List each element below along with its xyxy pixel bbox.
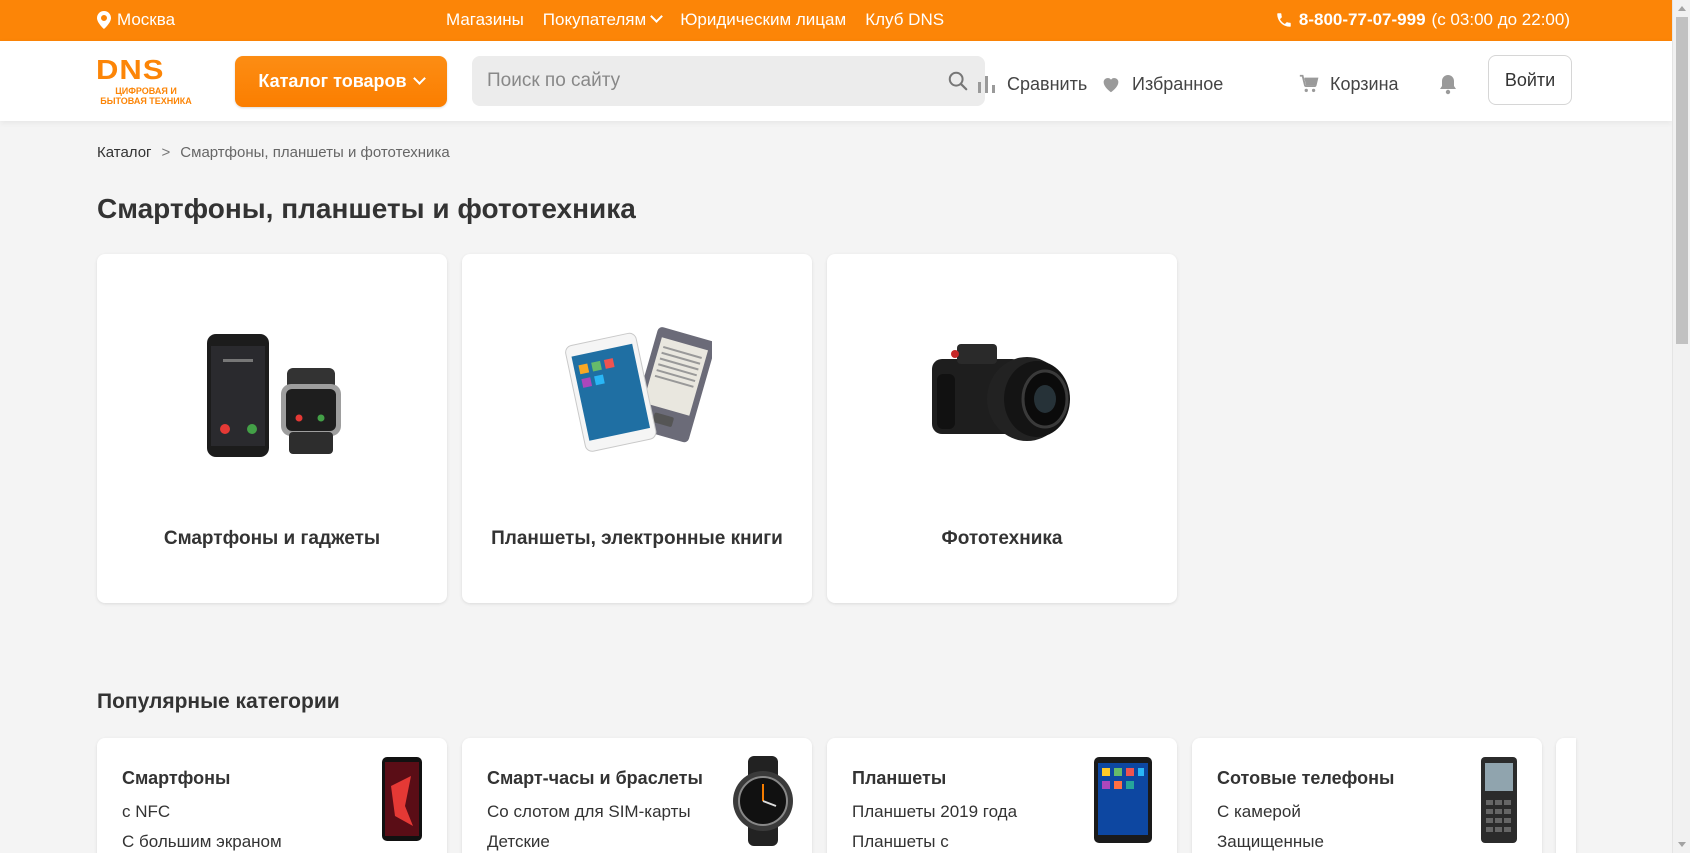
popular-card-title[interactable]: Смартфоны	[122, 768, 230, 789]
popular-link[interactable]: Со слотом для SIM-карты	[487, 802, 691, 822]
cart-link[interactable]: Корзина	[1298, 73, 1399, 95]
page-scrollbar[interactable]	[1672, 0, 1690, 853]
phone-info: 8-800-77-07-999 (с 03:00 до 22:00)	[1275, 10, 1570, 30]
catalog-button-label: Каталог товаров	[258, 71, 407, 91]
cart-label: Корзина	[1330, 73, 1399, 94]
popular-card-smartwatches[interactable]: Смарт-часы и браслеты Со слотом для SIM-…	[462, 738, 812, 853]
category-card-tablets[interactable]: Планшеты, электронные книги	[462, 254, 812, 603]
top-nav: Магазины Покупателям Юридическим лицам К…	[446, 10, 944, 30]
favorites-label: Избранное	[1132, 73, 1224, 94]
top-bar: Москва Магазины Покупателям Юридическим …	[0, 0, 1672, 41]
dns-logo[interactable]: DNS ЦИФРОВАЯ И БЫТОВАЯ ТЕХНИКА	[96, 56, 196, 108]
breadcrumb-catalog[interactable]: Каталог	[97, 144, 152, 161]
category-card-cameras[interactable]: Фототехника	[827, 254, 1177, 603]
popular-link[interactable]: Защищенные	[1217, 832, 1324, 852]
phone-hours: (с 03:00 до 22:00)	[1431, 10, 1570, 29]
phone-icon	[1277, 13, 1291, 27]
logo-text: DNS	[96, 53, 165, 86]
heart-icon	[1103, 78, 1119, 93]
category-label: Смартфоны и гаджеты	[163, 528, 381, 549]
feature-phone-icon	[1481, 757, 1517, 843]
popular-link[interactable]: Детские	[487, 832, 550, 852]
bell-icon[interactable]	[1438, 73, 1458, 95]
popular-link[interactable]: С большим экраном	[122, 832, 282, 852]
smartphone-icon	[382, 757, 422, 841]
scrollbar-thumb[interactable]	[1676, 17, 1688, 344]
tablet-ebook-image	[565, 327, 712, 452]
search-icon[interactable]	[947, 70, 969, 92]
location-pin-icon	[97, 11, 111, 29]
phone-number[interactable]: 8-800-77-07-999	[1299, 10, 1426, 30]
smartwatch-icon	[733, 756, 793, 846]
catalog-button[interactable]: Каталог товаров	[235, 56, 447, 107]
popular-card-title[interactable]: Смарт-часы и браслеты	[487, 768, 703, 789]
city-label: Москва	[117, 10, 176, 29]
breadcrumb-separator: >	[161, 144, 171, 161]
cart-icon	[1299, 74, 1319, 93]
compare-label: Сравнить	[1007, 73, 1088, 94]
compare-link[interactable]: Сравнить	[975, 73, 1087, 95]
breadcrumb-current: Смартфоны, планшеты и фототехника	[180, 144, 450, 161]
popular-categories-title: Популярные категории	[97, 690, 340, 713]
popular-link[interactable]: с NFC	[122, 802, 170, 822]
popular-link[interactable]: С камерой	[1217, 802, 1301, 822]
logo-sub-line-1: ЦИФРОВАЯ И	[115, 86, 177, 96]
logo-subtitle: ЦИФРОВАЯ И БЫТОВАЯ ТЕХНИКА	[96, 86, 196, 106]
page-title: Смартфоны, планшеты и фототехника	[97, 193, 636, 224]
category-label: Планшеты, электронные книги	[491, 528, 783, 549]
logo-sub-line-2: БЫТОВАЯ ТЕХНИКА	[100, 96, 192, 106]
scroll-down-icon[interactable]	[1678, 842, 1686, 847]
popular-card-tablets[interactable]: Планшеты Планшеты 2019 года Планшеты с	[827, 738, 1177, 853]
header: DNS ЦИФРОВАЯ И БЫТОВАЯ ТЕХНИКА Каталог т…	[0, 41, 1672, 121]
login-button[interactable]: Войти	[1488, 55, 1572, 105]
category-label: Фототехника	[941, 528, 1063, 549]
top-link-club[interactable]: Клуб DNS	[865, 10, 944, 30]
favorites-link[interactable]: Избранное	[1100, 73, 1223, 95]
top-link-stores[interactable]: Магазины	[446, 10, 524, 30]
popular-card-phones[interactable]: Сотовые телефоны С камерой Защищенные	[1192, 738, 1542, 853]
top-link-customers[interactable]: Покупателям	[543, 10, 661, 30]
popular-link[interactable]: Планшеты с	[852, 832, 949, 852]
city-selector[interactable]: Москва	[97, 10, 175, 30]
tablet-icon	[1094, 757, 1152, 843]
popular-card-title[interactable]: Планшеты	[852, 768, 946, 789]
category-card-smartphones[interactable]: Смартфоны и гаджеты	[97, 254, 447, 603]
chevron-down-icon	[412, 72, 426, 85]
scroll-up-icon[interactable]	[1678, 6, 1686, 11]
top-link-corporate[interactable]: Юридическим лицам	[680, 10, 846, 30]
popular-link[interactable]: Планшеты 2019 года	[852, 802, 1017, 822]
popular-card-title[interactable]: Сотовые телефоны	[1217, 768, 1394, 789]
smartphone-watch-image	[207, 334, 341, 457]
compare-icon	[978, 76, 995, 93]
popular-card-next-partial	[1556, 738, 1576, 853]
popular-card-smartphones[interactable]: Смартфоны с NFC С большим экраном	[97, 738, 447, 853]
breadcrumb: Каталог > Смартфоны, планшеты и фототехн…	[97, 144, 450, 161]
camera-image	[932, 344, 1070, 441]
search-input[interactable]	[472, 56, 922, 106]
search-box	[472, 56, 985, 106]
